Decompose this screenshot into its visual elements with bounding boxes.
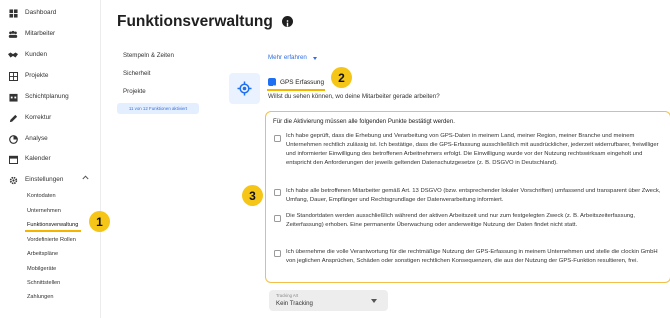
sidebar-item-einstellungen[interactable]: Einstellungen [0,172,100,188]
chevron-up-icon[interactable] [82,175,89,182]
sidebar-item-label: Einstellungen [25,176,64,183]
sidebar-item-dashboard[interactable]: Dashboard [0,5,100,21]
more-info-link[interactable]: Mehr erfahren [268,54,307,61]
functions-activated-badge: 11 von 12 Funktionen aktiviert [117,103,199,114]
consent-checkbox-4[interactable] [274,250,281,257]
sidebar-item-schichtplanung[interactable]: Schichtplanung [0,89,100,105]
consent-checkbox-1[interactable] [274,135,281,142]
sidebar-item-label: Analyse [25,135,48,142]
caret-down-icon[interactable] [313,57,317,60]
location-crosshair-icon [237,81,252,96]
gps-question: Willst du sehen können, wo deine Mitarbe… [268,93,440,100]
handshake-icon [8,50,18,60]
sidebar-item-label: Kunden [25,51,48,58]
gps-label: GPS Erfassung [280,79,325,86]
analysis-icon [8,134,18,144]
tracking-type-value: Kein Tracking [276,300,313,307]
active-item-underline [25,230,81,232]
sidebar-item-label: Schichtplanung [25,93,69,100]
consent-item-3: Die Standortdaten werden ausschließlich … [286,213,636,228]
sidebar-item-label: Korrektur [25,114,52,121]
pencil-icon [8,113,18,123]
consent-item-2: Ich habe alle betroffenen Mitarbeiter ge… [286,188,661,203]
sidebar-item-mitarbeiter[interactable]: Mitarbeiter [0,26,100,42]
info-icon[interactable] [282,16,293,27]
sidebar: Dashboard Mitarbeiter Kunden Projekte Sc… [0,0,101,318]
sidebar-item-label: Kalender [25,155,51,162]
tracking-type-label: Tracking Art [276,293,299,298]
subnav-item-sicherheit[interactable]: Sicherheit [123,70,151,77]
sidebar-item-kalender[interactable]: Kalender [0,151,100,167]
sidebar-subitem-schnittstellen[interactable]: Schnittstellen [27,280,60,286]
dashboard-icon [8,8,18,18]
sidebar-item-label: Dashboard [25,9,57,16]
sidebar-item-label: Projekte [25,72,49,79]
sidebar-item-label: Mitarbeiter [25,30,56,37]
people-icon [8,29,18,39]
grid-icon [8,71,18,81]
calendar-grid-icon [8,92,18,102]
consent-item-4: Ich übernehme die volle Verantwortung fü… [286,249,658,264]
gps-feature-icon-box [229,73,260,104]
consent-checkbox-2[interactable] [274,189,281,196]
sidebar-subitem-unternehmen[interactable]: Unternehmen [27,208,61,214]
sidebar-subitem-arbeitsplaene[interactable]: Arbeitspläne [27,251,58,257]
gps-underline [267,89,325,91]
page-title: Funktionsverwaltung [117,13,273,30]
consent-checkbox-3[interactable] [274,215,281,222]
subnav-item-stempeln-zeiten[interactable]: Stempeln & Zeiten [123,52,174,59]
sidebar-item-analyse[interactable]: Analyse [0,131,100,147]
sidebar-item-projekte[interactable]: Projekte [0,68,100,84]
gps-checkbox[interactable] [268,78,276,90]
calendar-icon [8,154,18,164]
sidebar-subitem-funktionsverwaltung[interactable]: Funktionsverwaltung [27,222,78,228]
sidebar-item-korrektur[interactable]: Korrektur [0,110,100,126]
sidebar-subitem-kontodaten[interactable]: Kontodaten [27,193,56,199]
subnav-item-projekte[interactable]: Projekte [123,88,146,95]
sidebar-item-kunden[interactable]: Kunden [0,47,100,63]
callout-badge-1: 1 [89,211,110,232]
consent-heading: Für die Aktivierung müssen alle folgende… [273,118,455,125]
sidebar-subitem-zahlungen[interactable]: Zahlungen [27,294,53,300]
callout-badge-3: 3 [242,185,263,206]
caret-down-icon[interactable] [371,299,377,303]
callout-badge-2: 2 [331,67,352,88]
sidebar-subitem-mobilgeraete[interactable]: Mobilgeräte [27,266,56,272]
consent-item-1: Ich habe geprüft, dass die Erhebung und … [286,133,659,166]
sidebar-subitem-vordefinierte-rollen[interactable]: Vordefinierte Rollen [27,237,76,243]
gear-icon [8,175,18,185]
